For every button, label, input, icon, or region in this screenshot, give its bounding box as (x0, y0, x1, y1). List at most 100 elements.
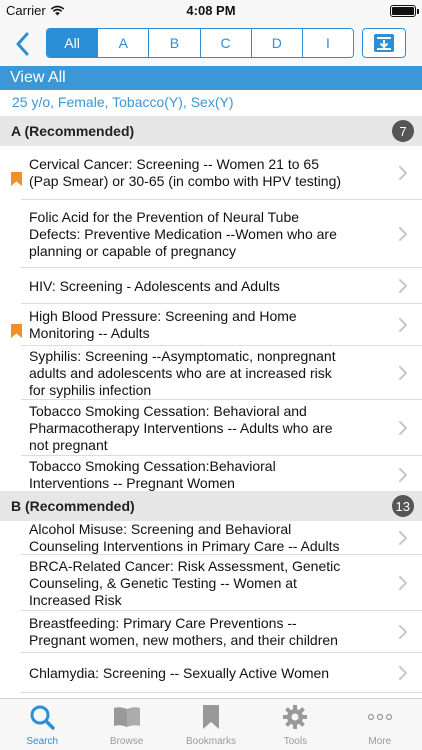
section-header: B (Recommended) 13 (0, 491, 422, 521)
book-icon (112, 702, 142, 732)
chevron-right-icon (398, 575, 408, 591)
grade-filter-segmented-control: All A B C D I (46, 28, 354, 58)
recommendation-title: High Blood Pressure: Screening and Home M… (29, 308, 386, 342)
status-time: 4:08 PM (186, 3, 236, 18)
recommendation-title: Alcohol Misuse: Screening and Behavioral… (29, 521, 386, 555)
tab-tools[interactable]: Tools (253, 699, 337, 750)
tab-label: Tools (283, 736, 308, 747)
recommendation-row[interactable]: Cervical Cancer: Screening -- Women 21 t… (0, 146, 422, 200)
tab-label: Bookmarks (186, 736, 237, 747)
recommendation-title-line: Pharmacotherapy Interventions -- Adults … (29, 420, 333, 436)
row-divider (21, 692, 422, 693)
recommendation-title-line: Increased Risk (29, 592, 122, 608)
patient-criteria: 25 y/o, Female, Tobacco(Y), Sex(Y) (0, 90, 422, 116)
segment-all[interactable]: All (47, 29, 99, 57)
recommendation-title-line: planning or capable of pregnancy (29, 243, 237, 259)
recommendation-title-line: Tobacco Smoking Cessation: Behavioral an… (29, 403, 307, 419)
segment-a[interactable]: A (98, 29, 150, 57)
tab-label: Search (26, 736, 59, 747)
tab-label: Browse (109, 736, 144, 747)
recommendation-title: Chlamydia: Screening -- Sexually Active … (29, 665, 386, 682)
section-title: B (Recommended) (11, 498, 135, 514)
chevron-right-icon (398, 467, 408, 483)
section-title: A (Recommended) (11, 123, 135, 139)
battery-icon (390, 5, 419, 17)
tab-search[interactable]: Search (0, 699, 84, 750)
recommendation-title-line: adults and adolescents who are at increa… (29, 365, 332, 381)
chevron-right-icon (398, 365, 408, 381)
tab-browse[interactable]: Browse (84, 699, 168, 750)
recommendation-title: Cervical Cancer: Screening -- Women 21 t… (29, 156, 386, 190)
segment-b[interactable]: B (149, 29, 201, 57)
recommendation-title-line: Cervical Cancer: Screening -- Women 21 t… (29, 156, 319, 172)
tab-bar: Search Browse Bookmarks Tools More (0, 698, 422, 750)
recommendation-row[interactable]: Tobacco Smoking Cessation:Behavioral Inte… (0, 456, 422, 494)
bookmark-flag-icon (11, 172, 22, 186)
recommendation-title-line: (Pap Smear) or 30-65 (in combo with HPV … (29, 173, 342, 189)
recommendation-row[interactable]: Chlamydia: Screening -- Sexually Active … (0, 653, 422, 693)
segment-d[interactable]: D (251, 29, 303, 57)
recommendation-row[interactable]: BRCA-Related Cancer: Risk Assessment, Ge… (0, 555, 422, 611)
segment-c[interactable]: C (200, 29, 252, 57)
recommendation-title-line: Counseling, & Genetic Testing -- Women a… (29, 575, 297, 591)
recommendation-title: BRCA-Related Cancer: Risk Assessment, Ge… (29, 558, 386, 609)
gear-icon (280, 702, 310, 732)
export-button[interactable] (362, 28, 406, 58)
recommendation-row[interactable]: HIV: Screening - Adolescents and Adults (0, 268, 422, 304)
nav-bar: All A B C D I (0, 22, 422, 66)
section-header: A (Recommended) 7 (0, 116, 422, 146)
recommendation-title-line: Pregnant women, new mothers, and their c… (29, 632, 338, 648)
chevron-left-icon (16, 32, 29, 56)
more-icon (365, 702, 395, 732)
tab-bookmarks[interactable]: Bookmarks (169, 699, 253, 750)
status-bar: Carrier 4:08 PM (0, 0, 422, 22)
chevron-right-icon (398, 665, 408, 681)
recommendation-title-line: Monitoring -- Adults (29, 325, 150, 341)
recommendation-title-line: Chlamydia: Screening -- Sexually Active … (29, 665, 330, 681)
bookmark-icon (196, 702, 226, 732)
recommendation-title: Breastfeeding: Primary Care Preventions … (29, 615, 386, 649)
recommendation-row[interactable]: Tobacco Smoking Cessation: Behavioral an… (0, 400, 422, 456)
recommendation-row[interactable]: High Blood Pressure: Screening and Home M… (0, 304, 422, 346)
recommendation-title-line: HIV: Screening - Adolescents and Adults (29, 278, 280, 294)
segment-i[interactable]: I (302, 29, 353, 57)
recommendation-title-line: BRCA-Related Cancer: Risk Assessment, Ge… (29, 558, 341, 574)
section-count-badge: 13 (391, 495, 414, 517)
recommendation-title: HIV: Screening - Adolescents and Adults (29, 278, 386, 295)
chevron-right-icon (398, 165, 408, 181)
bookmark-flag-icon (11, 324, 22, 338)
chevron-right-icon (398, 530, 408, 546)
section-count-badge: 7 (392, 120, 414, 142)
recommendation-title-line: Counseling Interventions in Primary Care… (29, 538, 340, 554)
recommendation-title: Folic Acid for the Prevention of Neural … (29, 209, 386, 260)
recommendation-title-line: Syphilis: Screening --Asymptomatic, nonp… (29, 348, 336, 364)
view-title: View All (10, 69, 66, 86)
recommendation-title-line: Tobacco Smoking Cessation:Behavioral (29, 458, 276, 474)
recommendation-row[interactable]: Alcohol Misuse: Screening and Behavioral… (0, 521, 422, 555)
tab-label: More (368, 736, 392, 747)
recommendation-title: Tobacco Smoking Cessation:Behavioral Inte… (29, 458, 386, 492)
view-title-bar: View All (0, 66, 422, 90)
chevron-right-icon (398, 420, 408, 436)
recommendation-row[interactable]: Syphilis: Screening --Asymptomatic, nonp… (0, 346, 422, 400)
back-button[interactable] (8, 30, 36, 58)
recommendation-title-line: Alcohol Misuse: Screening and Behavioral (29, 521, 292, 537)
recommendation-row[interactable]: Folic Acid for the Prevention of Neural … (0, 200, 422, 268)
chevron-right-icon (398, 624, 408, 640)
chevron-right-icon (398, 278, 408, 294)
chevron-right-icon (398, 317, 408, 333)
recommendation-row[interactable]: Breastfeeding: Primary Care Preventions … (0, 611, 422, 653)
recommendation-title-line: not pregnant (29, 437, 108, 453)
recommendation-title-line: Interventions -- Pregnant Women (29, 475, 235, 491)
recommendation-title-line: for syphilis infection (29, 382, 152, 398)
recommendation-title-line: Breastfeeding: Primary Care Preventions … (29, 615, 297, 631)
tab-more[interactable]: More (338, 699, 422, 750)
recommendation-title-line: Folic Acid for the Prevention of Neural … (29, 209, 300, 225)
recommendation-title-line: High Blood Pressure: Screening and Home (29, 308, 297, 324)
recommendation-title: Syphilis: Screening --Asymptomatic, nonp… (29, 348, 386, 399)
download-tray-icon (374, 34, 394, 52)
recommendation-title: Tobacco Smoking Cessation: Behavioral an… (29, 403, 386, 454)
search-icon (27, 702, 57, 732)
recommendation-title-line: Defects: Preventive Medication --Women w… (29, 226, 337, 242)
chevron-right-icon (398, 226, 408, 242)
